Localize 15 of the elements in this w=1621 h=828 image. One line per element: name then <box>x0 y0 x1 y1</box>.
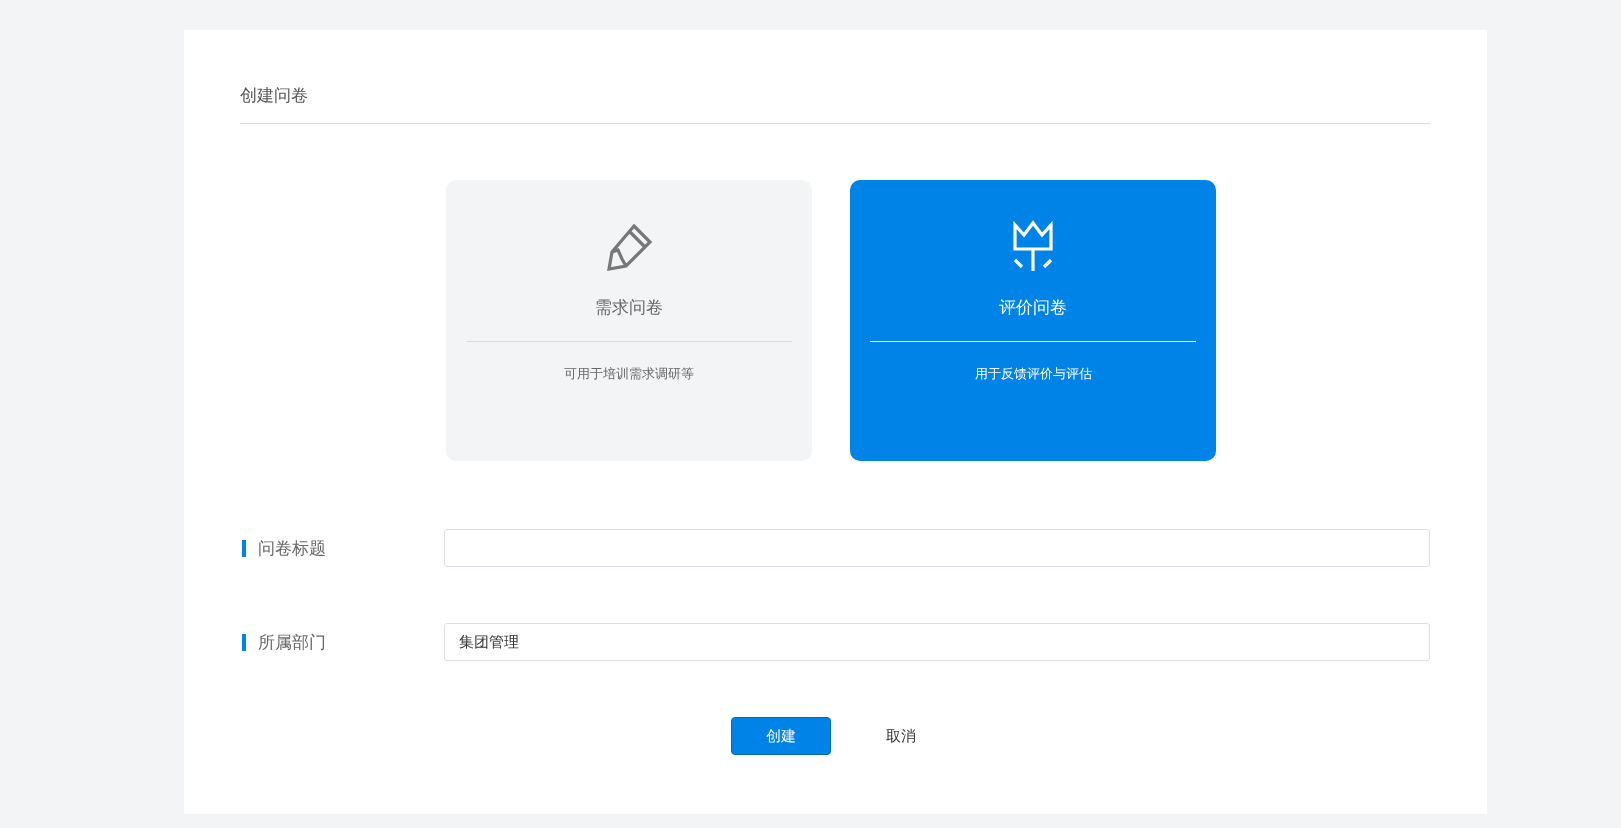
field-label: 所属部门 <box>258 630 327 654</box>
questionnaire-type-card[interactable]: 需求问卷 可用于培训需求调研等 <box>446 180 812 461</box>
field-label: 问卷标题 <box>258 536 327 560</box>
create-button[interactable]: 创建 <box>731 717 831 755</box>
crown-icon <box>1011 219 1055 273</box>
card-description: 可用于培训需求调研等 <box>564 366 694 383</box>
page-title: 创建问卷 <box>240 84 1430 124</box>
input-field[interactable] <box>444 529 1430 567</box>
card-title: 需求问卷 <box>595 296 663 319</box>
pencil-icon <box>604 221 654 271</box>
input-field[interactable]: 集团管理 <box>444 623 1430 661</box>
card-title: 评价问卷 <box>999 296 1067 319</box>
questionnaire-type-card[interactable]: 评价问卷 用于反馈评价与评估 <box>850 180 1216 461</box>
card-description: 用于反馈评价与评估 <box>974 366 1092 383</box>
cancel-button[interactable]: 取消 <box>851 717 951 755</box>
